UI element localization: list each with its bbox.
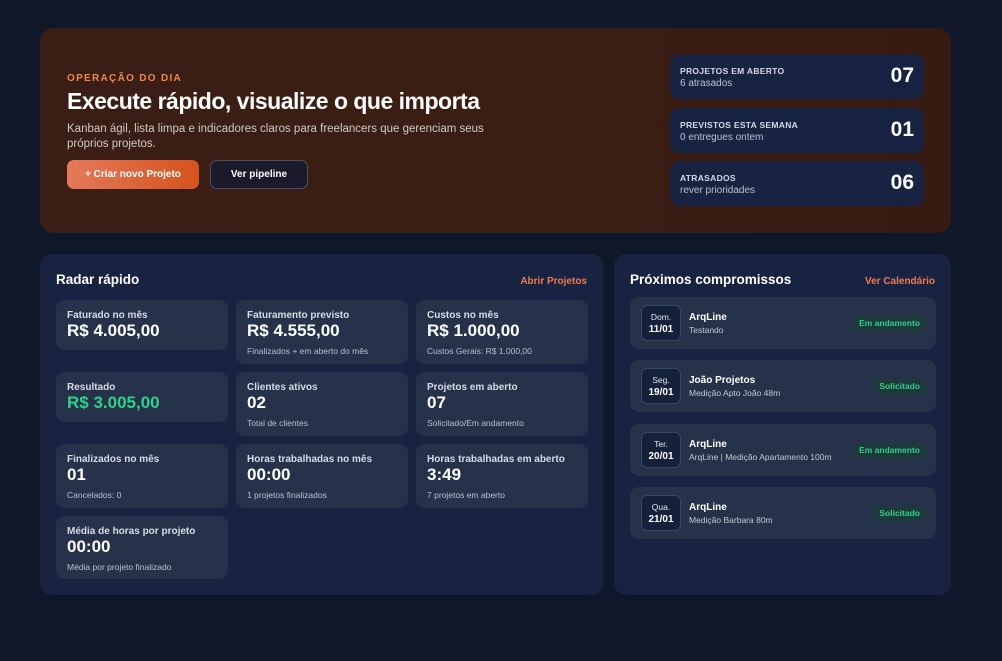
appointment-sub: Medição Apto João 48m (689, 388, 781, 398)
stat-value: 01 (890, 118, 914, 141)
metric-value: 07 (427, 393, 446, 412)
date-day: 19/01 (648, 387, 674, 398)
metric-value: 02 (247, 393, 266, 412)
stat-value: 06 (890, 171, 914, 194)
view-pipeline-button[interactable]: Ver pipeline (210, 160, 308, 189)
stat-sub: 6 atrasados (680, 78, 733, 89)
appointment-sub: ArqLine | Medição Apartamento 100m (689, 452, 832, 462)
metric-label: Horas trabalhadas no mês (247, 454, 373, 465)
metric-card-costs: Custos no mês R$ 1.000,00 Custos Gerais:… (416, 300, 588, 364)
status-badge: Em andamento (853, 316, 926, 331)
date-box: Ter. 20/01 (641, 432, 681, 468)
open-projects-link[interactable]: Abrir Projetos (520, 276, 587, 287)
hero-eyebrow: OPERAÇÃO DO DIA (67, 73, 183, 84)
metric-label: Custos no mês (427, 310, 499, 321)
stat-label: PROJETOS EM ABERTO (680, 66, 785, 76)
appointment-title: ArqLine (689, 502, 727, 513)
radar-title: Radar rápido (56, 272, 140, 287)
metric-sub: Média por projeto finalizado (67, 562, 172, 572)
stat-open-projects: PROJETOS EM ABERTO 6 atrasados 07 (670, 54, 924, 99)
metric-value: 00:00 (67, 537, 111, 556)
stat-value: 07 (890, 64, 914, 87)
date-day: 21/01 (648, 514, 674, 525)
date-box: Qua. 21/01 (641, 495, 681, 531)
metric-label: Média de horas por projeto (67, 526, 196, 537)
appointment-item[interactable]: Seg. 19/01 João Projetos Medição Apto Jo… (630, 360, 936, 412)
metric-sub: 7 projetos em aberto (427, 490, 505, 500)
stat-week-forecast: PREVISTOS ESTA SEMANA 0 entregues ontem … (670, 108, 924, 153)
date-box: Seg. 19/01 (641, 368, 681, 404)
stat-label: ATRASADOS (680, 173, 736, 183)
page-title: Execute rápido, visualize o que importa (67, 88, 480, 114)
metric-value: 00:00 (247, 465, 291, 484)
metric-card-result: Resultado R$ 3.005,00 (56, 372, 228, 422)
metric-sub: Solicitado/Em andamento (427, 418, 524, 428)
appointment-title: ArqLine (689, 439, 727, 450)
date-day: 11/01 (648, 324, 674, 335)
metric-sub: Cancelados: 0 (67, 490, 122, 500)
appointment-sub: Medição Barbara 80m (689, 515, 773, 525)
metric-label: Faturado no mês (67, 310, 148, 321)
status-badge: Em andamento (853, 443, 926, 458)
appointment-item[interactable]: Ter. 20/01 ArqLine ArqLine | Medição Apa… (630, 424, 936, 476)
date-weekday: Ter. (654, 439, 668, 449)
date-weekday: Seg. (652, 375, 670, 385)
metric-card-hours-open: Horas trabalhadas em aberto 3:49 7 proje… (416, 444, 588, 508)
metric-card-clients: Clientes ativos 02 Total de clientes (236, 372, 408, 436)
metric-sub: Total de clientes (247, 418, 308, 428)
appointment-title: João Projetos (689, 375, 756, 386)
metric-label: Projetos em aberto (427, 382, 518, 393)
metric-sub: Custos Gerais: R$ 1.000,00 (427, 346, 532, 356)
agenda-panel: Próximos compromissos Ver Calendário Dom… (614, 254, 951, 595)
date-weekday: Dom. (650, 312, 672, 322)
status-badge: Solicitado (873, 506, 926, 521)
metric-card-forecast: Faturamento previsto R$ 4.555,00 Finaliz… (236, 300, 408, 364)
metric-card-open-projects: Projetos em aberto 07 Solicitado/Em anda… (416, 372, 588, 436)
metric-value: R$ 4.555,00 (247, 321, 340, 340)
radar-panel: Radar rápido Abrir Projetos Faturado no … (40, 254, 603, 595)
appointment-item[interactable]: Dom. 11/01 ArqLine Testando Em andamento (630, 297, 936, 349)
date-day: 20/01 (648, 451, 674, 462)
metric-value: R$ 1.000,00 (427, 321, 520, 340)
metric-value: 3:49 (427, 465, 462, 484)
metric-card-hours-month: Horas trabalhadas no mês 00:00 1 projeto… (236, 444, 408, 508)
metric-label: Faturamento previsto (247, 310, 350, 321)
appointment-sub: Testando (689, 325, 724, 335)
status-badge: Solicitado (873, 379, 926, 394)
date-box: Dom. 11/01 (641, 305, 681, 341)
stat-sub: rever prioridades (680, 185, 756, 196)
metric-label: Finalizados no mês (67, 454, 160, 465)
metric-value: 01 (67, 465, 86, 484)
metric-card-avg-hours: Média de horas por projeto 00:00 Média p… (56, 516, 228, 579)
metric-label: Horas trabalhadas em aberto (427, 454, 565, 465)
appointment-title: ArqLine (689, 312, 727, 323)
hero-subtitle: Kanban ágil, lista limpa e indicadores c… (67, 123, 484, 150)
metric-label: Clientes ativos (247, 382, 318, 393)
metric-label: Resultado (67, 382, 116, 393)
appointment-item[interactable]: Qua. 21/01 ArqLine Medição Barbara 80m S… (630, 487, 936, 539)
metric-value: R$ 3.005,00 (67, 393, 160, 412)
metric-sub: 1 projetos finalizados (247, 490, 327, 500)
metric-value: R$ 4.005,00 (67, 321, 160, 340)
date-weekday: Qua. (651, 502, 671, 512)
stat-sub: 0 entregues ontem (680, 132, 764, 143)
view-calendar-link[interactable]: Ver Calendário (865, 276, 935, 287)
hero-banner: OPERAÇÃO DO DIA Execute rápido, visualiz… (40, 28, 951, 233)
metric-card-billed: Faturado no mês R$ 4.005,00 (56, 300, 228, 350)
stat-label: PREVISTOS ESTA SEMANA (680, 120, 799, 130)
metric-sub: Finalizados + em aberto do mês (247, 346, 369, 356)
metric-card-finished: Finalizados no mês 01 Cancelados: 0 (56, 444, 228, 508)
stat-overdue: ATRASADOS rever prioridades 06 (670, 161, 924, 206)
create-project-button[interactable]: + Criar novo Projeto (67, 160, 199, 189)
agenda-title: Próximos compromissos (630, 272, 792, 287)
